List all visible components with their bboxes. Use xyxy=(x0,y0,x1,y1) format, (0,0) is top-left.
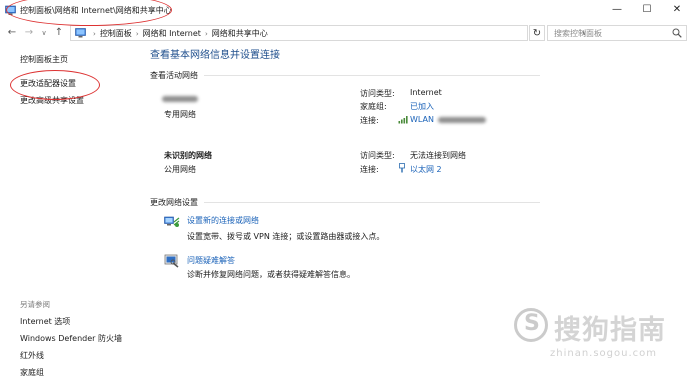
breadcrumb-separator: › xyxy=(204,30,208,38)
troubleshoot-link[interactable]: 问题疑难解答 xyxy=(187,255,235,266)
search-icon[interactable] xyxy=(672,28,682,38)
change-network-settings-label: 更改网络设置 xyxy=(150,198,198,207)
back-button[interactable]: ← xyxy=(5,26,19,40)
page-title: 查看基本网络信息并设置连接 xyxy=(150,50,280,61)
breadcrumb-separator: › xyxy=(93,30,96,38)
see-also-infrared[interactable]: 红外线 xyxy=(20,350,44,361)
breadcrumb: › 控制面板 › 网络和 Internet › 网络和共享中心 xyxy=(89,28,268,39)
network-2-connection-label: 连接: xyxy=(360,165,379,174)
section-divider xyxy=(204,202,540,203)
network-2-name: 未识别的网络 xyxy=(164,151,212,160)
breadcrumb-control-panel[interactable]: 控制面板 xyxy=(100,29,132,38)
breadcrumb-network-internet[interactable]: 网络和 Internet xyxy=(143,29,201,38)
watermark-text: 搜狗指南 xyxy=(554,315,666,346)
minimize-button[interactable]: — xyxy=(602,0,632,20)
network-1-access-value: Internet xyxy=(410,88,442,97)
breadcrumb-separator: › xyxy=(135,30,139,38)
network-1-type: 专用网络 xyxy=(164,110,196,119)
see-also-heading: 另请参阅 xyxy=(20,300,50,309)
network-setup-icon xyxy=(164,216,180,227)
troubleshoot-description: 诊断并修复网络问题，或者获得疑难解答信息。 xyxy=(187,270,355,279)
watermark: S 搜狗指南 zhinan.sogou.com xyxy=(512,300,692,370)
network-2-access-value: 无法连接到网络 xyxy=(410,151,466,160)
wifi-signal-icon xyxy=(398,116,408,124)
network-1-wlan-link[interactable]: WLAN xyxy=(410,115,434,124)
watermark-url: zhinan.sogou.com xyxy=(550,348,658,359)
see-also-defender-firewall[interactable]: Windows Defender 防火墙 xyxy=(20,333,122,344)
network-2-access-label: 访问类型: xyxy=(360,151,395,160)
network-2-type: 公用网络 xyxy=(164,165,196,174)
network-1-homegroup-label: 家庭组: xyxy=(360,102,387,111)
close-button[interactable]: ✕ xyxy=(662,0,692,20)
network-name-redacted xyxy=(162,96,198,102)
see-also-homegroup[interactable]: 家庭组 xyxy=(20,367,44,378)
network-1-connection-label: 连接: xyxy=(360,116,379,125)
network-1-homegroup-link[interactable]: 已加入 xyxy=(410,101,434,112)
section-divider xyxy=(204,75,540,76)
maximize-button[interactable]: ☐ xyxy=(632,0,662,20)
breadcrumb-sharing-center[interactable]: 网络和共享中心 xyxy=(212,29,268,38)
annotation-circle-adapter-settings xyxy=(10,70,100,100)
troubleshoot-icon xyxy=(164,254,179,268)
see-also-internet-options[interactable]: Internet 选项 xyxy=(20,316,70,327)
watermark-logo-letter: S xyxy=(524,311,540,336)
network-2-ethernet-link[interactable]: 以太网 2 xyxy=(410,164,442,175)
search-input[interactable]: 搜索控制面板 xyxy=(547,25,687,41)
active-networks-label: 查看活动网络 xyxy=(150,71,198,80)
sidebar-link-control-panel-home[interactable]: 控制面板主页 xyxy=(20,54,68,65)
ssid-redacted xyxy=(438,117,486,123)
setup-connection-description: 设置宽带、拨号或 VPN 连接；或设置路由器或接入点。 xyxy=(187,232,385,241)
setup-connection-link[interactable]: 设置新的连接或网络 xyxy=(187,215,259,226)
network-1-access-label: 访问类型: xyxy=(360,89,395,98)
recent-locations-dropdown[interactable]: ∨ xyxy=(37,26,51,40)
refresh-button[interactable]: ↻ xyxy=(529,25,545,41)
control-panel-icon xyxy=(75,28,86,38)
address-box[interactable]: › 控制面板 › 网络和 Internet › 网络和共享中心 ∨ xyxy=(70,25,587,41)
up-button[interactable]: ↑ xyxy=(52,26,66,40)
forward-button[interactable]: → xyxy=(22,26,36,40)
search-placeholder: 搜索控制面板 xyxy=(554,29,602,38)
ethernet-icon xyxy=(399,163,405,173)
